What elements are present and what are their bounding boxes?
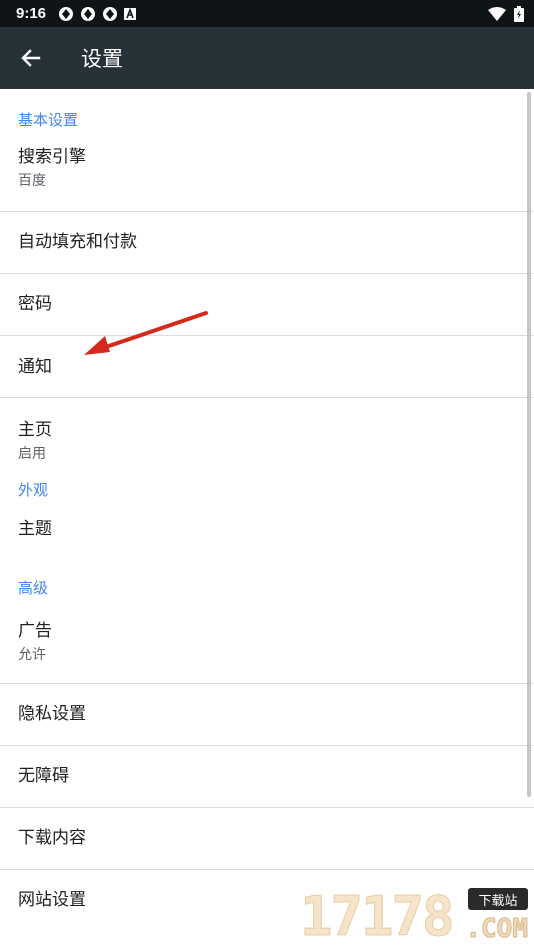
watermark-suffix: .COM [465, 914, 529, 945]
watermark-badge: 下载站 [468, 888, 528, 910]
watermark-number: 17178 [300, 885, 456, 949]
watermark-logo: 17178 下载站 .COM [300, 885, 529, 950]
annotation-arrow [84, 311, 208, 355]
